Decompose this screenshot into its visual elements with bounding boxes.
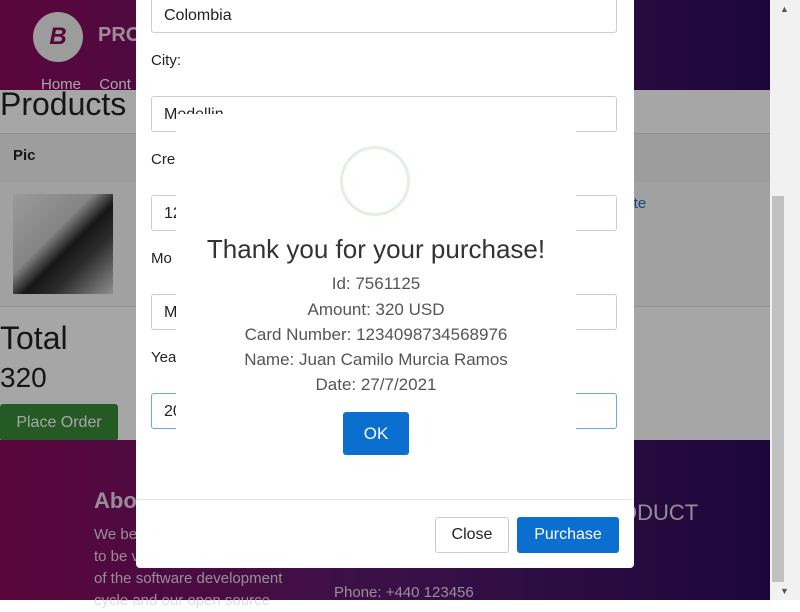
- scroll-up-icon[interactable]: ▲: [780, 4, 789, 14]
- scrollbar-thumb[interactable]: [772, 196, 784, 582]
- alert-date: Date: 27/7/2021: [315, 375, 437, 394]
- alert-order-id: Id: 7561125: [331, 274, 421, 293]
- alert-name: Name: Juan Camilo Murcia Ramos: [244, 350, 508, 369]
- page-scrollbar[interactable]: ▲ ▼: [770, 0, 800, 600]
- alert-title: Thank you for your purchase!: [206, 234, 546, 264]
- alert-card-number: Card Number: 1234098734568976: [244, 325, 508, 344]
- ok-button[interactable]: OK: [343, 412, 409, 455]
- scroll-down-icon[interactable]: ▼: [780, 586, 789, 596]
- purchase-button[interactable]: Purchase: [517, 517, 619, 553]
- credit-card-label: Cre: [151, 151, 176, 168]
- modal-footer-divider: [136, 499, 634, 500]
- close-button[interactable]: Close: [435, 517, 509, 553]
- purchase-success-alert: Thank you for your purchase! Id: 7561125…: [176, 114, 576, 470]
- country-input[interactable]: Colombia: [151, 0, 617, 33]
- city-label: City:: [151, 52, 181, 69]
- month-label: Mo: [151, 250, 172, 267]
- success-icon: [340, 146, 410, 216]
- alert-amount: Amount: 320 USD: [307, 300, 445, 319]
